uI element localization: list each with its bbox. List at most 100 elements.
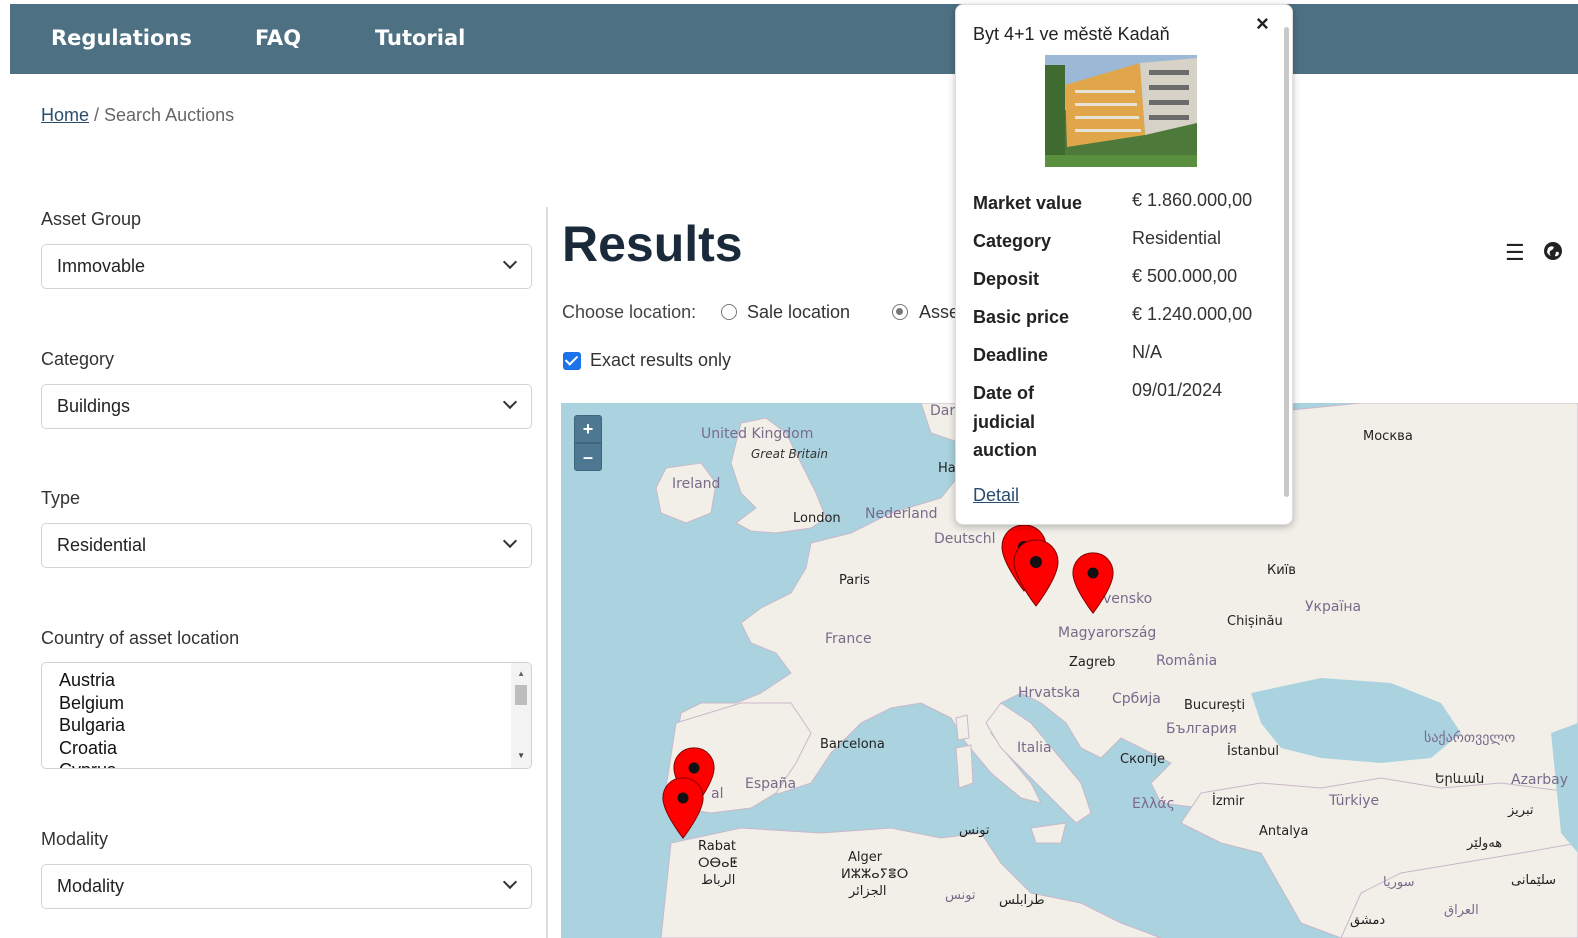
row-label: Deposit: [973, 269, 1040, 289]
zoom-in-button[interactable]: +: [574, 415, 602, 443]
row-value: 09/01/2024: [1132, 380, 1223, 400]
zoom-out-button[interactable]: –: [574, 443, 602, 471]
category-select[interactable]: Buildings: [41, 384, 532, 429]
map-label: Antalya: [1259, 824, 1309, 839]
location-marker-icon[interactable]: [660, 776, 706, 840]
map-label: Azarbay: [1511, 772, 1569, 788]
map-label: دمشق: [1350, 913, 1386, 928]
country-option[interactable]: Croatia: [42, 737, 531, 760]
category-label: Category: [41, 349, 115, 369]
map-label: Great Britain: [751, 447, 828, 461]
nav-tutorial-link[interactable]: Tutorial: [375, 26, 465, 50]
popup-title: Byt 4+1 ve městě Kadaň: [973, 24, 1170, 44]
map-label: طرابلس: [999, 893, 1045, 908]
row-value: € 500.000,00: [1132, 266, 1238, 286]
exact-results-label[interactable]: Exact results only: [590, 350, 731, 371]
sale-location-label[interactable]: Sale location: [747, 302, 850, 323]
popup-scrollbar[interactable]: [1282, 5, 1290, 505]
popup-scrollbar-thumb[interactable]: [1284, 27, 1289, 497]
chevron-down-icon: [502, 394, 518, 410]
map-label: Київ: [1267, 563, 1296, 578]
map-label: العراق: [1444, 903, 1479, 918]
map-label: Türkiye: [1329, 793, 1380, 809]
map-label: Alger: [848, 850, 883, 865]
map-label: България: [1166, 721, 1237, 737]
listbox-scrollbar[interactable]: ▲ ▼: [511, 663, 531, 768]
location-marker-icon[interactable]: [1070, 551, 1116, 615]
choose-location-label: Choose location:: [562, 302, 697, 322]
detail-link[interactable]: Detail: [973, 485, 1019, 506]
map-label: Nederland: [865, 506, 938, 522]
map-label: Ελλάς: [1132, 796, 1175, 812]
map-label: Dar: [930, 403, 956, 419]
map-label: Rabat: [698, 839, 737, 854]
map-label: România: [1156, 653, 1218, 669]
map-label: تونس: [945, 888, 976, 903]
category-value: Buildings: [57, 396, 131, 416]
row-value: € 1.860.000,00: [1132, 190, 1253, 210]
asset-group-value: Immovable: [57, 256, 146, 276]
map-label: United Kingdom: [701, 426, 814, 442]
map-label: Deutschl: [934, 531, 996, 547]
map-label: Երևան: [1435, 772, 1485, 787]
type-value: Residential: [57, 535, 147, 555]
results-title: Results: [562, 216, 743, 272]
sale-location-radio[interactable]: [721, 304, 737, 320]
map-label: France: [825, 631, 872, 647]
country-option[interactable]: Austria: [42, 669, 531, 692]
map-label: Скопје: [1120, 752, 1165, 767]
map-label: İzmir: [1212, 794, 1245, 809]
country-option[interactable]: Belgium: [42, 692, 531, 715]
type-label: Type: [41, 488, 81, 508]
breadcrumb: Home / Search Auctions: [41, 105, 234, 126]
asset-location-radio[interactable]: [892, 304, 908, 320]
map-label: ⵔⴱⴰⵟ: [698, 856, 738, 871]
exact-results-checkbox[interactable]: [563, 352, 581, 370]
asset-location-label[interactable]: Asse: [919, 302, 959, 323]
row-label: Category: [973, 231, 1052, 251]
list-icon[interactable]: ☰: [1505, 240, 1525, 266]
chevron-down-icon: [502, 874, 518, 890]
type-select[interactable]: Residential: [41, 523, 532, 568]
map-label: سلێمانی: [1511, 873, 1557, 888]
map-label: تبریز: [1508, 803, 1534, 818]
globe-icon[interactable]: [1542, 240, 1564, 268]
country-listbox[interactable]: Austria Belgium Bulgaria Croatia Cyprus …: [41, 662, 532, 769]
nav-regulations-link[interactable]: Regulations: [51, 26, 192, 50]
top-nav-bar: Regulations FAQ Tutorial: [10, 4, 1578, 74]
row-label: Deadline: [973, 345, 1049, 365]
map-label: Hrvatska: [1018, 685, 1081, 701]
map-label: Magyarország: [1058, 625, 1157, 641]
modality-value: Modality: [57, 876, 125, 896]
map-label: București: [1184, 698, 1246, 713]
breadcrumb-home-link[interactable]: Home: [41, 105, 89, 125]
map-label: Україна: [1305, 599, 1362, 615]
map-label: საქართველო: [1424, 730, 1516, 746]
map-label: Chișinău: [1227, 614, 1283, 629]
asset-group-label: Asset Group: [41, 209, 142, 229]
location-marker-icon[interactable]: [1011, 538, 1061, 608]
map-label: Italia: [1017, 740, 1052, 756]
scroll-down-icon[interactable]: ▼: [517, 751, 525, 760]
country-option[interactable]: Bulgaria: [42, 714, 531, 737]
map-label: Ha: [938, 461, 956, 476]
map-label: Србија: [1112, 691, 1161, 707]
map-label: London: [793, 511, 841, 526]
map-label: سوريا: [1383, 875, 1415, 890]
scrollbar-thumb[interactable]: [515, 685, 527, 705]
map-label: España: [745, 776, 797, 792]
map-label: Ireland: [672, 476, 721, 492]
country-option[interactable]: Cyprus: [42, 759, 531, 768]
map-label: هەولێر: [1467, 836, 1503, 851]
map-label: ⵍⵣⵣⴰⵢⴻⵔ: [841, 867, 909, 882]
row-value: Residential: [1132, 228, 1222, 248]
asset-group-select[interactable]: Immovable: [41, 244, 532, 289]
modality-select[interactable]: Modality: [41, 864, 532, 909]
breadcrumb-current: / Search Auctions: [94, 105, 235, 125]
close-icon[interactable]: ×: [1256, 11, 1269, 37]
map-label: Москва: [1363, 429, 1413, 444]
country-label: Country of asset location: [41, 628, 240, 648]
chevron-down-icon: [502, 254, 518, 270]
nav-faq-link[interactable]: FAQ: [255, 26, 301, 50]
scroll-up-icon[interactable]: ▲: [517, 669, 525, 678]
